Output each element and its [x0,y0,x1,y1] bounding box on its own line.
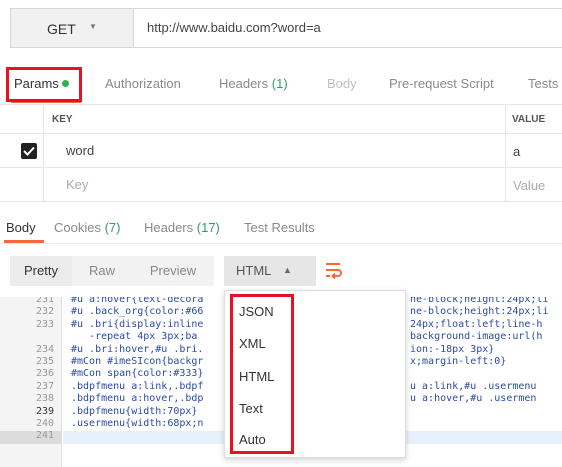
line-number: 232 [35,306,54,318]
preview-label: Preview [149,263,197,278]
tab-authorization-label: Authorization [105,76,181,91]
tab-response-headers[interactable]: Headers (17) [144,220,220,235]
line-number: 234 [35,343,54,355]
line-number: 231 [35,297,54,305]
tab-tests[interactable]: Tests [528,76,558,91]
code-line: #mCon span{color:#333} [71,368,204,380]
param-value-cell[interactable]: a [513,144,520,159]
code-line-continuation: ne-block;height:24px;li [410,297,549,305]
line-number: 233 [35,318,54,330]
tab-response-headers-label: Headers [144,220,194,235]
code-line-continuation: u a:hover,#u .usermen [410,393,537,405]
response-tab-underline [4,240,44,243]
code-line: .bdpfmenu a:hover,.bdp [71,393,204,405]
column-divider [43,104,44,202]
request-tabs: Params Authorization Headers (1) Body Pr… [0,66,562,104]
table-row: Key Value [0,168,562,202]
param-key-cell[interactable]: word [66,143,94,158]
params-header-row: KEY VALUE [0,104,562,134]
chevron-down-icon: ▼ [89,22,97,31]
new-key-input[interactable]: Key [66,177,88,192]
tab-cookies-count: (7) [104,220,121,235]
tab-pre-request-label: Pre-request Script [389,76,494,91]
tab-headers-label: Headers [219,76,269,91]
url-input[interactable]: http://www.baidu.com?word=a [147,20,321,35]
line-number: 239 [35,405,54,417]
tab-response-headers-count: (17) [196,220,220,235]
new-value-input[interactable]: Value [513,178,545,193]
code-line-continuation: x;margin-left:0} [410,356,507,367]
tab-authorization[interactable]: Authorization [105,76,181,91]
code-line-continuation: 24px;float:left;line-h [410,318,543,330]
tab-cookies-label: Cookies [54,220,101,235]
raw-button[interactable]: Raw [72,256,132,286]
code-line: -repeat 4px 3px;ba [71,331,198,343]
code-line: .bdpfmenu{width:70px} [71,405,198,417]
pretty-label: Pretty [24,263,58,278]
tab-test-results[interactable]: Test Results [244,220,315,235]
params-highlight-box [6,67,82,102]
table-row: word a [0,134,562,168]
code-line: #u .bri:hover,#u .bri. [71,343,204,355]
tab-headers[interactable]: Headers (1) [219,76,288,91]
tab-cookies[interactable]: Cookies (7) [54,220,120,235]
tab-headers-count: (1) [271,76,288,91]
line-number: 236 [35,368,54,380]
code-line: #mCon #imeSIcon{backgr [71,356,204,367]
code-line: .usermenu{width:68px;n [71,418,204,429]
line-number: 237 [35,380,54,392]
method-dropdown[interactable]: GET ▼ [11,9,134,47]
code-line-continuation: ion:-18px 3px} [410,343,495,355]
format-select[interactable]: HTML ▲ [224,256,316,286]
pretty-button[interactable]: Pretty [10,256,72,286]
code-line-continuation: background-image:url(h [410,331,543,343]
code-line-continuation: u a:link,#u .usermenu [410,380,537,392]
line-number: 240 [35,418,54,429]
wrap-lines-button[interactable] [317,256,349,286]
tab-response-body[interactable]: Body [6,220,36,235]
tab-tests-label: Tests [528,76,559,91]
format-options-highlight-box [230,294,294,454]
code-line: .bdpfmenu a:link,.bdpf [71,380,204,392]
format-select-value: HTML [236,263,272,278]
tab-test-results-label: Test Results [244,220,315,235]
tab-response-body-label: Body [6,220,36,235]
param-enabled-checkbox[interactable] [21,143,37,159]
column-header-key: KEY [52,114,73,125]
line-number: 238 [35,393,54,405]
code-line-continuation: ne-block;height:24px;li [410,306,549,318]
code-line: #u a:hover{text-decora [71,297,204,305]
request-url-bar: GET ▼ http://www.baidu.com?word=a [10,8,562,48]
tab-body[interactable]: Body [327,76,357,91]
tab-pre-request-script[interactable]: Pre-request Script [389,76,494,91]
preview-button[interactable]: Preview [132,256,214,286]
line-number: 235 [35,356,54,367]
line-number: 241 [35,430,54,442]
raw-label: Raw [88,263,115,278]
code-line: #u .bri{display:inline [71,318,204,330]
tab-body-label: Body [327,76,357,91]
column-header-value: VALUE [512,114,546,125]
response-tabs: Body Cookies (7) Headers (17) Test Resul… [0,212,562,244]
wrap-lines-icon [326,263,342,280]
checkmark-icon [23,146,35,156]
method-label: GET [47,21,76,37]
code-line: #u .back_org{color:#66 [71,306,204,318]
column-divider [505,104,506,202]
chevron-up-icon: ▲ [283,265,292,275]
